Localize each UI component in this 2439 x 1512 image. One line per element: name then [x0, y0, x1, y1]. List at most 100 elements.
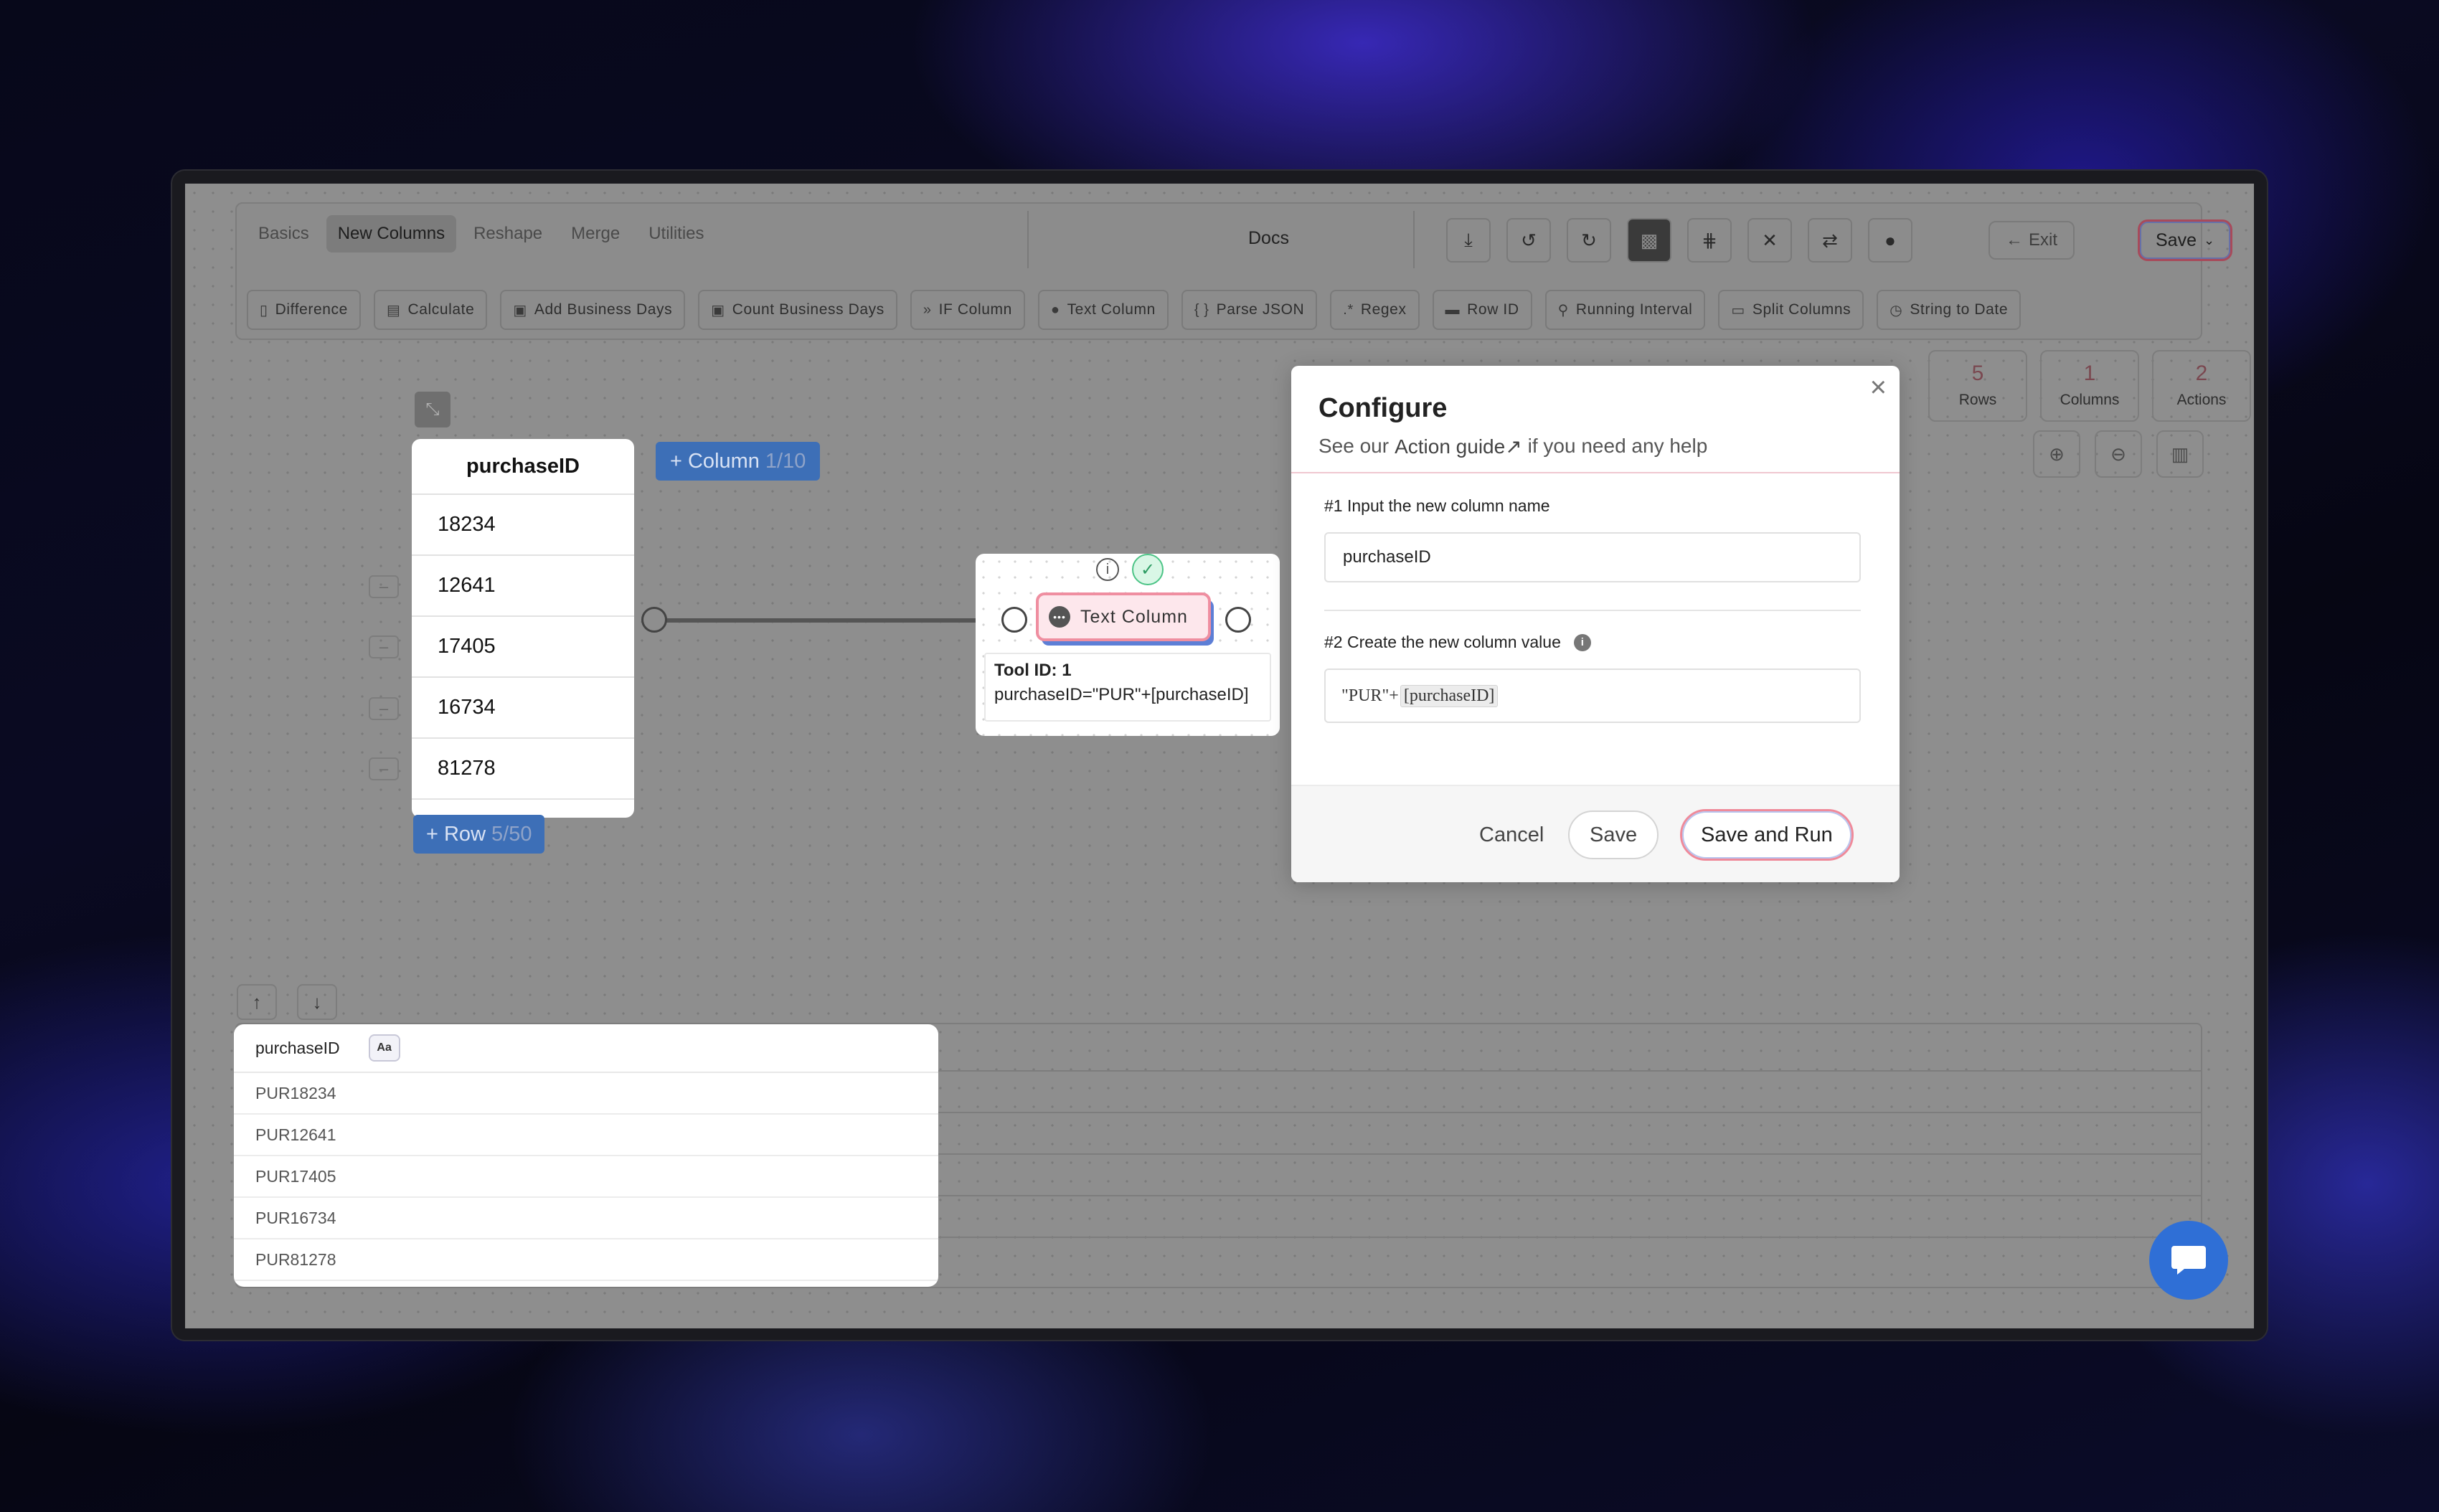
action-guide-link[interactable]: Action guide↗ — [1395, 435, 1522, 458]
node-formula: purchaseID="PUR"+[purchaseID] — [994, 685, 1249, 704]
result-cell: PUR81278 — [234, 1239, 938, 1281]
formula-token: [purchaseID] — [1400, 684, 1499, 707]
tool-count-business-days[interactable]: ▣ Count Business Days — [698, 290, 897, 330]
exit-label: Exit — [2029, 230, 2058, 250]
columns-stat: 1 Columns — [2040, 350, 2139, 422]
close-icon[interactable]: ✕ — [1747, 218, 1792, 263]
result-cell: PUR18234 — [234, 1073, 938, 1115]
output-port[interactable] — [641, 607, 667, 633]
add-row-count: 5/50 — [491, 822, 532, 846]
source-cell[interactable]: 17405 — [412, 617, 634, 678]
rows-count: 5 — [1971, 362, 1984, 385]
clock-icon: ◷ — [1890, 302, 1903, 318]
node-input-port[interactable] — [1001, 607, 1027, 633]
difference-icon: ▯ — [260, 302, 268, 318]
info-icon[interactable]: i — [1096, 558, 1119, 581]
map-icon[interactable]: ▥ — [2156, 430, 2204, 478]
exit-button[interactable]: ← Exit — [1989, 221, 2075, 260]
column-value-input[interactable]: "PUR"+ [purchaseID] — [1324, 668, 1861, 723]
docs-link[interactable]: Docs — [1248, 228, 1289, 249]
tool-id: Tool ID: 1 — [994, 661, 1072, 680]
chat-bubble-icon — [2171, 1246, 2206, 1275]
tab-reshape[interactable]: Reshape — [462, 215, 554, 252]
info-icon[interactable]: i — [1573, 633, 1591, 651]
tool-difference[interactable]: ▯ Difference — [247, 290, 361, 330]
text-column-chip[interactable]: ••• Text Column — [1036, 592, 1211, 641]
add-column-button[interactable]: + Column 1/10 — [656, 442, 821, 481]
collapse-icon[interactable]: ⤡ — [415, 392, 450, 427]
download-icon[interactable]: ⤓ — [1446, 218, 1491, 263]
column-name-label: #1 Input the new column name — [1324, 496, 1550, 515]
save-menu-button[interactable]: Save ⌄ — [2138, 219, 2233, 261]
source-cell[interactable]: 18234 — [412, 495, 634, 556]
close-icon[interactable]: × — [1870, 373, 1887, 402]
result-cell: PUR17405 — [234, 1156, 938, 1198]
tool-calculate[interactable]: ▤ Calculate — [373, 290, 488, 330]
save-button[interactable]: Save — [1568, 811, 1659, 859]
chat-icon: ••• — [1049, 606, 1070, 628]
split-icon: ▭ — [1731, 302, 1745, 318]
rows-label: Rows — [1958, 392, 1997, 408]
rows-stat: 5 Rows — [1928, 350, 2027, 422]
result-column-header[interactable]: purchaseID Aa — [234, 1024, 938, 1073]
toolbar-divider — [1027, 211, 1029, 268]
undo-icon[interactable]: ↺ — [1506, 218, 1551, 263]
play-icon[interactable]: ● — [1868, 218, 1912, 263]
remove-row-button[interactable]: – — [369, 575, 399, 598]
node-output-port[interactable] — [1225, 607, 1251, 633]
tool-string-to-date[interactable]: ◷ String to Date — [1877, 290, 2022, 330]
divider — [1324, 610, 1861, 611]
tool-row-id[interactable]: ▬ Row ID — [1432, 290, 1532, 330]
layout-icon[interactable]: ▩ — [1627, 218, 1671, 263]
arrow-down-icon[interactable]: ↓ — [297, 984, 337, 1020]
tool-parse-json[interactable]: { } Parse JSON — [1181, 290, 1318, 330]
dialog-footer: Cancel Save Save and Run — [1291, 785, 1900, 882]
briefcase-icon: ▣ — [711, 302, 725, 318]
calculator-icon: ▤ — [386, 302, 401, 318]
column-name-input[interactable]: purchaseID — [1324, 532, 1861, 582]
tool-add-business-days[interactable]: ▣ Add Business Days — [500, 290, 686, 330]
source-cell[interactable]: 16734 — [412, 678, 634, 739]
tool-if-column[interactable]: » IF Column — [910, 290, 1025, 330]
tab-new-columns[interactable]: New Columns — [326, 215, 457, 252]
save-and-run-button[interactable]: Save and Run — [1680, 809, 1854, 861]
add-row-button[interactable]: + Row 5/50 — [413, 815, 545, 854]
source-table: purchaseID 18234 12641 17405 16734 81278 — [412, 439, 634, 818]
cancel-button[interactable]: Cancel — [1465, 811, 1558, 859]
arrow-up-icon[interactable]: ↑ — [237, 984, 277, 1020]
toolbar-divider — [1413, 211, 1415, 268]
zoom-in-icon[interactable]: ⊕ — [2033, 430, 2080, 478]
tool-split-columns[interactable]: ▭ Split Columns — [1718, 290, 1864, 330]
source-cell[interactable]: 12641 — [412, 556, 634, 617]
zoom-out-icon[interactable]: ⊖ — [2095, 430, 2142, 478]
check-icon: ✓ — [1132, 554, 1164, 585]
remove-row-button[interactable]: – — [369, 697, 399, 720]
node-description: Tool ID: 1 purchaseID="PUR"+[purchaseID] — [984, 653, 1271, 722]
redo-icon[interactable]: ↻ — [1567, 218, 1611, 263]
running-icon: ⚲ — [1557, 302, 1569, 318]
regex-icon: .* — [1343, 301, 1354, 318]
tool-running-interval[interactable]: ⚲ Running Interval — [1544, 290, 1706, 330]
tab-merge[interactable]: Merge — [560, 215, 631, 252]
formula-literal: "PUR"+ — [1341, 686, 1399, 705]
chat-button[interactable] — [2149, 1221, 2228, 1300]
tab-basics[interactable]: Basics — [247, 215, 321, 252]
tool-palette: ▯ Difference ▤ Calculate ▣ Add Business Day… — [247, 290, 2022, 330]
remove-row-button[interactable]: – — [369, 757, 399, 780]
actions-stat: 2 Actions — [2152, 350, 2251, 422]
id-card-icon: ▬ — [1445, 301, 1461, 318]
grid-icon[interactable]: ⋕ — [1687, 218, 1732, 263]
zoom-controls: ⊕ ⊖ ▥ — [2033, 430, 2204, 478]
toolbar-icon-group: ⤓ ↺ ↻ ▩ ⋕ ✕ ⇄ ● — [1446, 218, 1912, 263]
chat-icon: ● — [1050, 301, 1060, 318]
tab-utilities[interactable]: Utilities — [637, 215, 715, 252]
remove-row-button[interactable]: – — [369, 635, 399, 658]
add-column-label: + Column — [670, 449, 760, 473]
columns-count: 1 — [2083, 362, 2096, 385]
source-cell[interactable]: 81278 — [412, 739, 634, 800]
save-label: Save — [2156, 230, 2197, 250]
source-column-header[interactable]: purchaseID — [412, 439, 634, 495]
tool-text-column[interactable]: ● Text Column — [1037, 290, 1169, 330]
swap-icon[interactable]: ⇄ — [1808, 218, 1852, 263]
tool-regex[interactable]: .* Regex — [1330, 290, 1420, 330]
